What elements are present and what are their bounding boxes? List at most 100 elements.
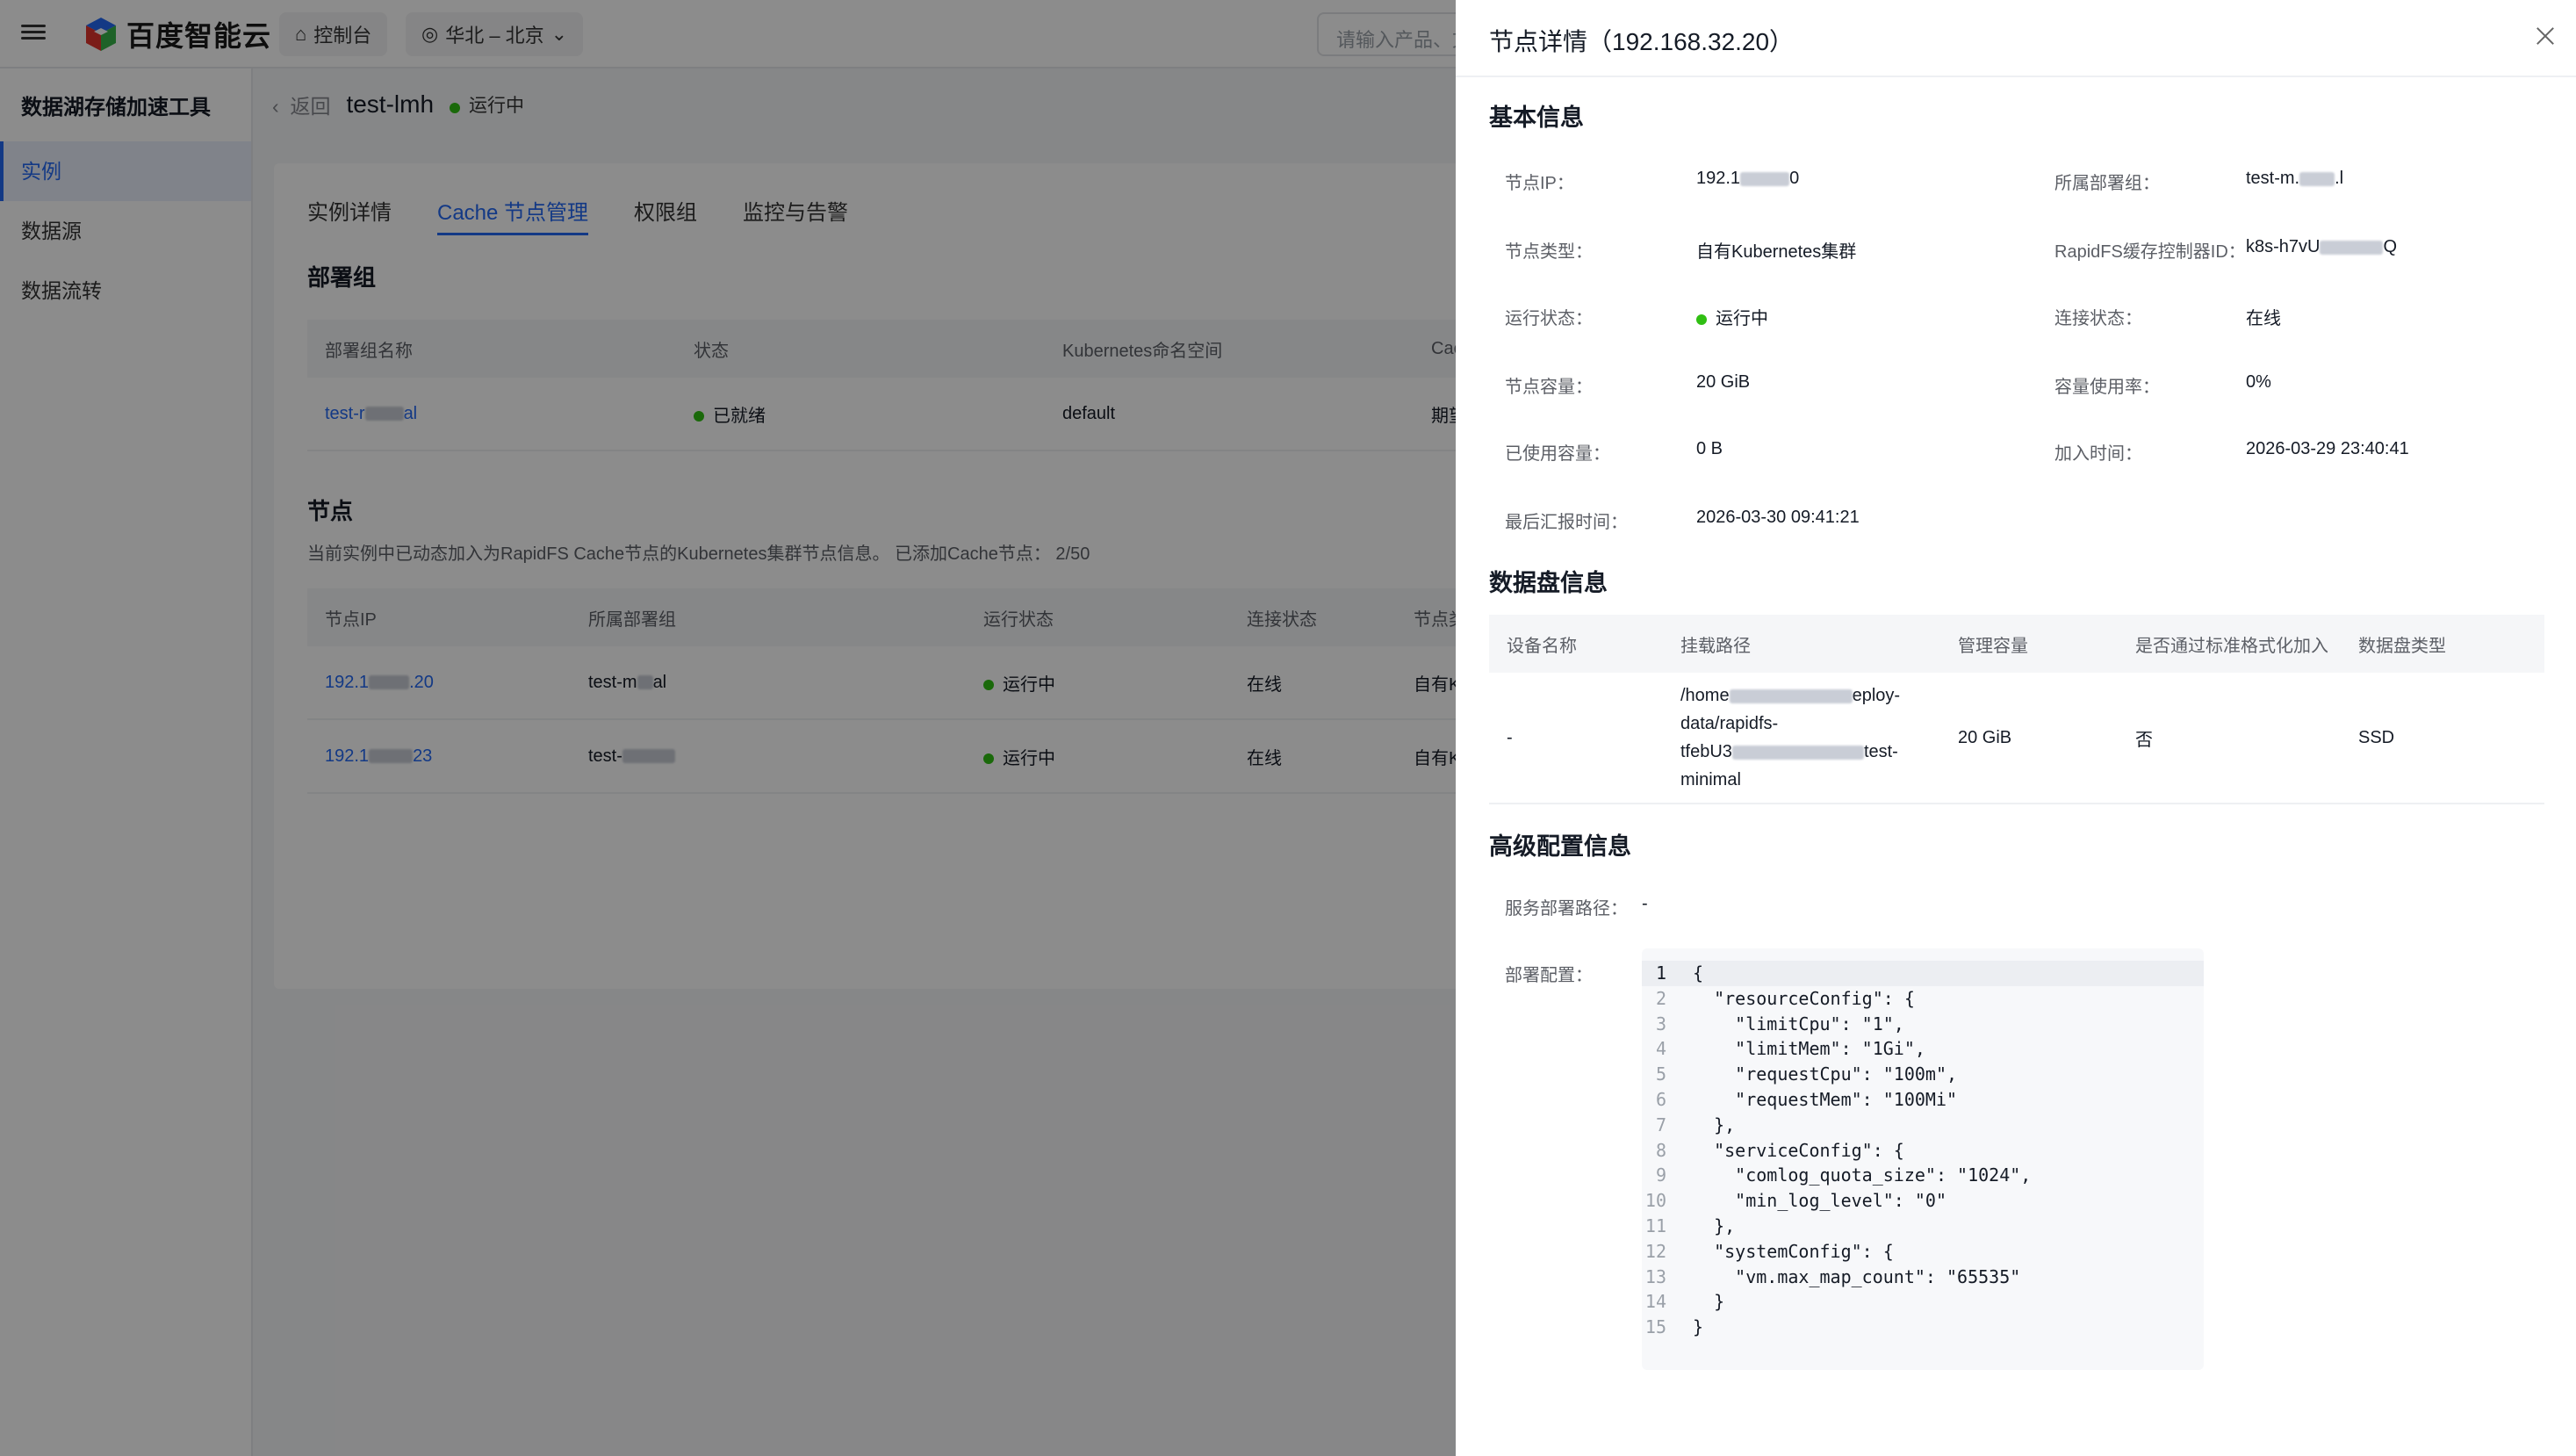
line-number: 14 <box>1644 1291 1666 1313</box>
line-number: 9 <box>1655 1164 1666 1186</box>
path-text: test- <box>1863 742 1898 761</box>
disk-table: 设备名称 挂载路径 管理容量 是否通过标准格式化加入 数据盘类型 - /home… <box>1489 615 2544 804</box>
code-line: 11 }, <box>1642 1214 2204 1239</box>
redacted-text <box>2299 171 2335 186</box>
redacted-text <box>1731 745 1864 760</box>
group-tail: .l <box>2335 169 2344 188</box>
code-text: "systemConfig": { <box>1693 1240 1894 1262</box>
col-header: 是否通过标准格式化加入 <box>2135 636 2328 656</box>
line-number: 4 <box>1655 1038 1666 1060</box>
code-text: } <box>1693 1291 1725 1313</box>
disk-info-heading: 数据盘信息 <box>1489 570 1608 596</box>
mount-path-line: minimal <box>1680 770 1741 789</box>
code-text: "min_log_level": "0" <box>1693 1190 1946 1212</box>
col-header: 数据盘类型 <box>2358 636 2446 656</box>
node-ip-label: 节点IP： <box>1505 174 1574 193</box>
join-time-value: 2026-03-29 23:40:41 <box>2246 439 2409 458</box>
modal-overlay[interactable] <box>0 0 1456 1456</box>
conn-status-label: 连接状态： <box>2054 309 2142 328</box>
report-time-value: 2026-03-30 09:41:21 <box>1696 508 1860 527</box>
line-number: 15 <box>1644 1316 1666 1338</box>
code-line: 6 "requestMem": "100Mi" <box>1642 1087 2204 1113</box>
code-line: 4 "limitMem": "1Gi", <box>1642 1036 2204 1062</box>
line-number: 3 <box>1655 1013 1666 1034</box>
deploy-config-code-editor[interactable]: 1{2 "resourceConfig": {3 "limitCpu": "1"… <box>1642 948 2204 1370</box>
path-text: tfebU3 <box>1680 742 1732 761</box>
node-ip-text: 192.1 <box>1696 169 1741 188</box>
line-number: 13 <box>1644 1265 1666 1287</box>
controller-id-value: k8s-h7vU Q <box>2246 237 2397 257</box>
mount-path-cell: /home eploy- data/rapidfs- tfebU3 test- mi… <box>1663 681 1940 794</box>
basic-info-heading: 基本信息 <box>1489 105 1584 131</box>
table-header: 设备名称 挂载路径 管理容量 是否通过标准格式化加入 数据盘类型 <box>1489 615 2544 673</box>
node-type-value: 自有Kubernetes集群 <box>1696 242 1857 262</box>
conn-status-value: 在线 <box>2246 309 2281 328</box>
code-line: 13 "vm.max_map_count": "65535" <box>1642 1265 2204 1290</box>
code-line: 12 "systemConfig": { <box>1642 1239 2204 1265</box>
node-ip-tail: 0 <box>1789 169 1800 188</box>
service-path-value: - <box>1642 894 1648 913</box>
code-line: 3 "limitCpu": "1", <box>1642 1012 2204 1037</box>
usage-label: 容量使用率： <box>2054 378 2160 397</box>
disk-type-cell: SSD <box>2358 727 2395 747</box>
divider <box>1456 76 2576 77</box>
line-number: 1 <box>1655 962 1666 984</box>
used-capacity-value: 0 B <box>1696 439 1723 458</box>
run-status-label: 运行状态： <box>1505 309 1593 328</box>
usage-value: 0% <box>2246 372 2271 392</box>
drawer-title: 节点详情（192.168.32.20） <box>1489 28 1795 55</box>
run-status-text: 运行中 <box>1716 309 1768 328</box>
path-text: /home <box>1680 686 1730 705</box>
node-ip-value: 192.1 0 <box>1696 169 1799 189</box>
close-icon[interactable] <box>2534 25 2557 47</box>
col-header: 挂载路径 <box>1680 636 1751 656</box>
code-line: 7 }, <box>1642 1113 2204 1138</box>
code-line: 5 "requestCpu": "100m", <box>1642 1062 2204 1087</box>
code-text: "requestMem": "100Mi" <box>1693 1088 1958 1110</box>
code-text: "serviceConfig": { <box>1693 1139 1904 1161</box>
run-status-value: 运行中 <box>1696 304 1768 329</box>
table-row: - /home eploy- data/rapidfs- tfebU3 test- … <box>1489 673 2544 804</box>
status-dot-icon <box>1696 314 1707 325</box>
group-value: test-m. .l <box>2246 169 2343 189</box>
line-number: 10 <box>1644 1190 1666 1212</box>
mount-path-line: tfebU3 test- <box>1680 738 1940 766</box>
controller-id-tail: Q <box>2383 237 2398 256</box>
code-text: "limitCpu": "1", <box>1693 1013 1904 1034</box>
code-text: }, <box>1693 1215 1736 1236</box>
controller-id-text: k8s-h7vU <box>2246 237 2321 256</box>
group-label: 所属部署组： <box>2054 174 2160 193</box>
formatted-cell: 否 <box>2135 730 2153 750</box>
code-line: 1{ <box>1642 961 2204 986</box>
mount-path-line: /home eploy- <box>1680 681 1940 710</box>
device-cell: - <box>1507 727 1513 747</box>
line-number: 5 <box>1655 1063 1666 1085</box>
disk-capacity-cell: 20 GiB <box>1958 727 2012 747</box>
code-line: 2 "resourceConfig": { <box>1642 986 2204 1012</box>
code-line: 9 "comlog_quota_size": "1024", <box>1642 1163 2204 1188</box>
code-line: 10 "min_log_level": "0" <box>1642 1188 2204 1214</box>
code-text: "resourceConfig": { <box>1693 987 1915 1009</box>
code-text: "vm.max_map_count": "65535" <box>1693 1265 2021 1287</box>
capacity-value: 20 GiB <box>1696 372 1751 392</box>
line-number: 6 <box>1655 1088 1666 1110</box>
code-text: } <box>1693 1316 1704 1338</box>
code-line: 14 } <box>1642 1289 2204 1315</box>
path-text: eploy- <box>1852 686 1901 705</box>
service-path-label: 服务部署路径： <box>1505 899 1628 919</box>
code-text: { <box>1693 962 1704 984</box>
node-type-label: 节点类型： <box>1505 242 1593 262</box>
redacted-text <box>2320 240 2384 255</box>
line-number: 7 <box>1655 1114 1666 1135</box>
redacted-text <box>1740 171 1790 186</box>
line-number: 8 <box>1655 1139 1666 1161</box>
group-text: test-m. <box>2246 169 2300 188</box>
used-capacity-label: 已使用容量： <box>1505 444 1610 464</box>
code-line: 15} <box>1642 1315 2204 1340</box>
line-number: 11 <box>1644 1215 1666 1236</box>
redacted-text <box>1729 688 1853 703</box>
node-detail-drawer: 节点详情（192.168.32.20） 基本信息 节点IP： 192.1 0 所属… <box>1456 0 2576 1456</box>
line-number: 2 <box>1655 987 1666 1009</box>
mount-path-line: data/rapidfs- <box>1680 714 1779 733</box>
code-text: "limitMem": "1Gi", <box>1693 1038 1925 1060</box>
